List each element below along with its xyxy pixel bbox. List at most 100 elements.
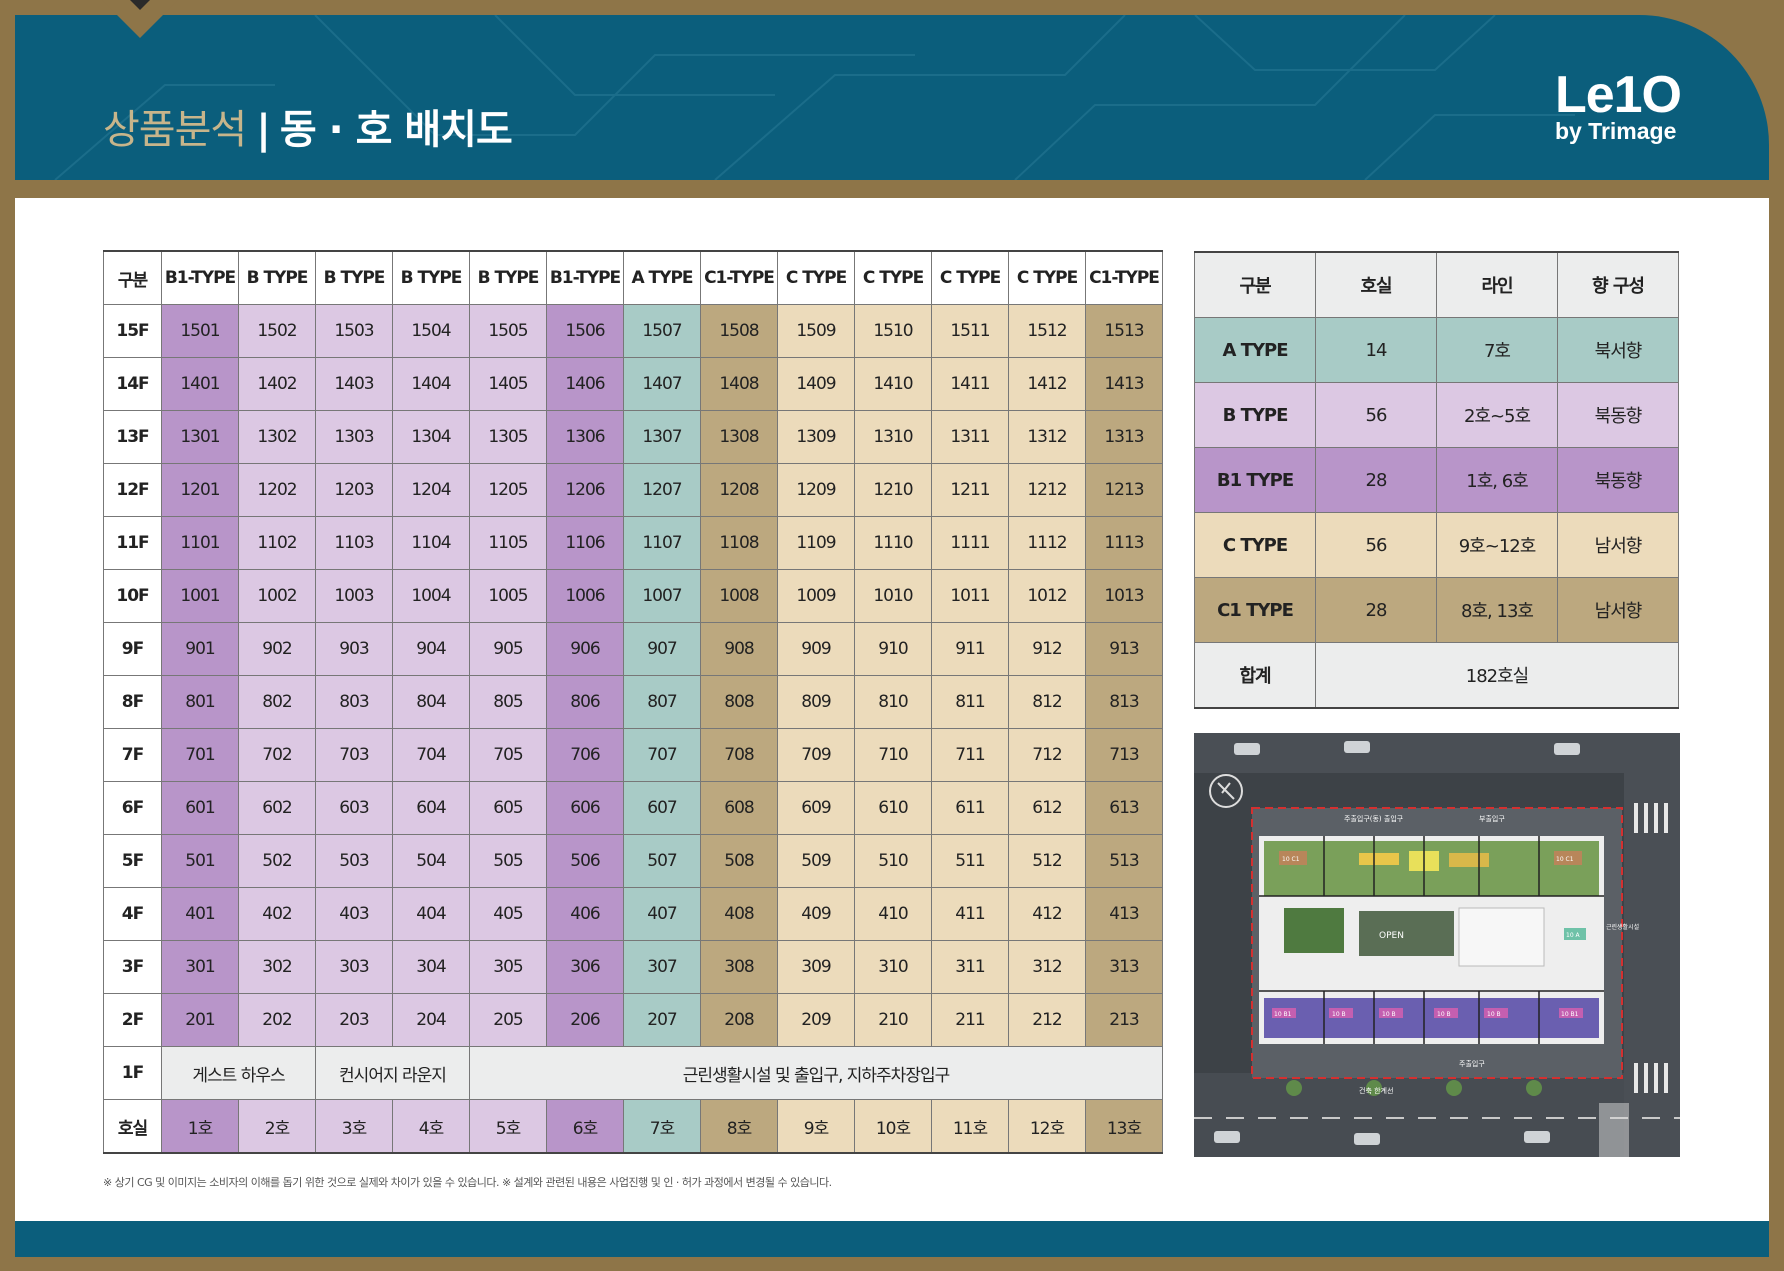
column-header-1: B1-TYPE xyxy=(161,250,239,305)
unit-cell: 1308 xyxy=(700,410,778,464)
unit-cell: 1113 xyxy=(1085,516,1163,570)
unit-cell: 308 xyxy=(700,940,778,994)
unit-cell: 612 xyxy=(1008,781,1086,835)
column-header-9: C TYPE xyxy=(777,250,855,305)
unit-cell: 304 xyxy=(392,940,470,994)
unit-cell: 410 xyxy=(854,887,932,941)
unit-cell: 1205 xyxy=(469,463,547,517)
line-cell: 7호 xyxy=(623,1099,701,1154)
unit-cell: 407 xyxy=(623,887,701,941)
unit-cell: 302 xyxy=(238,940,316,994)
unit-cell: 1212 xyxy=(1008,463,1086,517)
line-cell: 11호 xyxy=(931,1099,1009,1154)
unit-cell: 1410 xyxy=(854,357,932,411)
unit-cell: 213 xyxy=(1085,993,1163,1047)
unit-cell: 901 xyxy=(161,622,239,676)
floor-row: 2F 201 202 203 204 205 206 207 208 209 210 211 212 21… xyxy=(103,993,1163,1047)
unit-cell: 1202 xyxy=(238,463,316,517)
unit-cell: 903 xyxy=(315,622,393,676)
summary-line-cell: 1호, 6호 xyxy=(1436,447,1558,513)
unit-cell: 1404 xyxy=(392,357,470,411)
unit-cell: 913 xyxy=(1085,622,1163,676)
unit-cell: 406 xyxy=(546,887,624,941)
unit-cell: 912 xyxy=(1008,622,1086,676)
unit-cell: 501 xyxy=(161,834,239,888)
unit-cell: 613 xyxy=(1085,781,1163,835)
unit-cell: 1010 xyxy=(854,569,932,623)
unit-cell: 1303 xyxy=(315,410,393,464)
unit-cell: 1108 xyxy=(700,516,778,570)
floor-label: 7F xyxy=(103,728,162,782)
floor-row: 11F 1101 1102 1103 1104 1105 1106 1107 1108 1109 1… xyxy=(103,516,1163,570)
floor-label: 3F xyxy=(103,940,162,994)
unit-cell: 1302 xyxy=(238,410,316,464)
unit-cell: 408 xyxy=(700,887,778,941)
title-separator: | xyxy=(256,107,271,153)
summary-row: B1 TYPE 28 1호, 6호 북동향 xyxy=(1194,447,1679,513)
unit-cell: 1210 xyxy=(854,463,932,517)
site-tag-b-3: 10 B xyxy=(1437,1011,1451,1018)
unit-cell: 413 xyxy=(1085,887,1163,941)
unit-cell: 1309 xyxy=(777,410,855,464)
unit-cell: 712 xyxy=(1008,728,1086,782)
unit-cell: 403 xyxy=(315,887,393,941)
column-header-13: C1-TYPE xyxy=(1085,250,1163,305)
line-cell: 10호 xyxy=(854,1099,932,1154)
retail-entrance-cell: 근린생활시설 및 출입구, 지하주차장입구 xyxy=(469,1046,1163,1100)
unit-cell: 1004 xyxy=(392,569,470,623)
summary-line-cell: 2호~5호 xyxy=(1436,382,1558,448)
unit-cell: 607 xyxy=(623,781,701,835)
unit-cell: 503 xyxy=(315,834,393,888)
unit-cell: 202 xyxy=(238,993,316,1047)
unit-cell: 1503 xyxy=(315,304,393,358)
unit-cell: 806 xyxy=(546,675,624,729)
floor-label: 8F xyxy=(103,675,162,729)
column-header-10: C TYPE xyxy=(854,250,932,305)
unit-cell: 813 xyxy=(1085,675,1163,729)
summary-count-cell: 14 xyxy=(1315,317,1437,383)
site-tag-b-2: 10 B xyxy=(1382,1011,1396,1018)
floor-label: 4F xyxy=(103,887,162,941)
unit-cell: 703 xyxy=(315,728,393,782)
footer-bar xyxy=(15,1221,1769,1257)
unit-cell: 504 xyxy=(392,834,470,888)
unit-cell: 907 xyxy=(623,622,701,676)
unit-cell: 306 xyxy=(546,940,624,994)
floor-row: 7F 701 702 703 704 705 706 707 708 709 710 711 712 71… xyxy=(103,728,1163,782)
unit-cell: 512 xyxy=(1008,834,1086,888)
unit-cell: 1509 xyxy=(777,304,855,358)
floor-row: 4F 401 402 403 404 405 406 407 408 409 410 411 412 41… xyxy=(103,887,1163,941)
floor-label: 10F xyxy=(103,569,162,623)
site-label-road: 건축 한계선 xyxy=(1359,1086,1393,1095)
unit-cell: 409 xyxy=(777,887,855,941)
unit-cell: 210 xyxy=(854,993,932,1047)
unit-cell: 203 xyxy=(315,993,393,1047)
unit-cell: 1307 xyxy=(623,410,701,464)
unit-cell: 1405 xyxy=(469,357,547,411)
unit-cell: 201 xyxy=(161,993,239,1047)
site-tag-c1-right: 10 C1 xyxy=(1556,856,1574,863)
unit-cell: 805 xyxy=(469,675,547,729)
summary-line-cell: 9호~12호 xyxy=(1436,512,1558,578)
unit-cell: 1201 xyxy=(161,463,239,517)
unit-cell: 1313 xyxy=(1085,410,1163,464)
unit-cell: 1306 xyxy=(546,410,624,464)
unit-cell: 204 xyxy=(392,993,470,1047)
line-cell: 8호 xyxy=(700,1099,778,1154)
summary-count-cell: 28 xyxy=(1315,447,1437,513)
title-section: 상품분석 xyxy=(103,107,247,153)
unit-cell: 905 xyxy=(469,622,547,676)
floor-row: 10F 1001 1002 1003 1004 1005 1006 1007 1008 1009 1… xyxy=(103,569,1163,623)
unit-cell: 509 xyxy=(777,834,855,888)
summary-line-cell: 8호, 13호 xyxy=(1436,577,1558,643)
site-tag-b1-right: 10 B1 xyxy=(1561,1011,1579,1018)
unit-cell: 706 xyxy=(546,728,624,782)
summary-type-cell: B TYPE xyxy=(1194,382,1316,448)
title-main: 동 · 호 배치도 xyxy=(279,107,513,153)
unit-cell: 1207 xyxy=(623,463,701,517)
floor-row: 15F 1501 1502 1503 1504 1505 1506 1507 1508 1509 1… xyxy=(103,304,1163,358)
notch-arrow-icon xyxy=(130,0,150,10)
unit-cell: 511 xyxy=(931,834,1009,888)
unit-cell: 602 xyxy=(238,781,316,835)
unit-cell: 1007 xyxy=(623,569,701,623)
